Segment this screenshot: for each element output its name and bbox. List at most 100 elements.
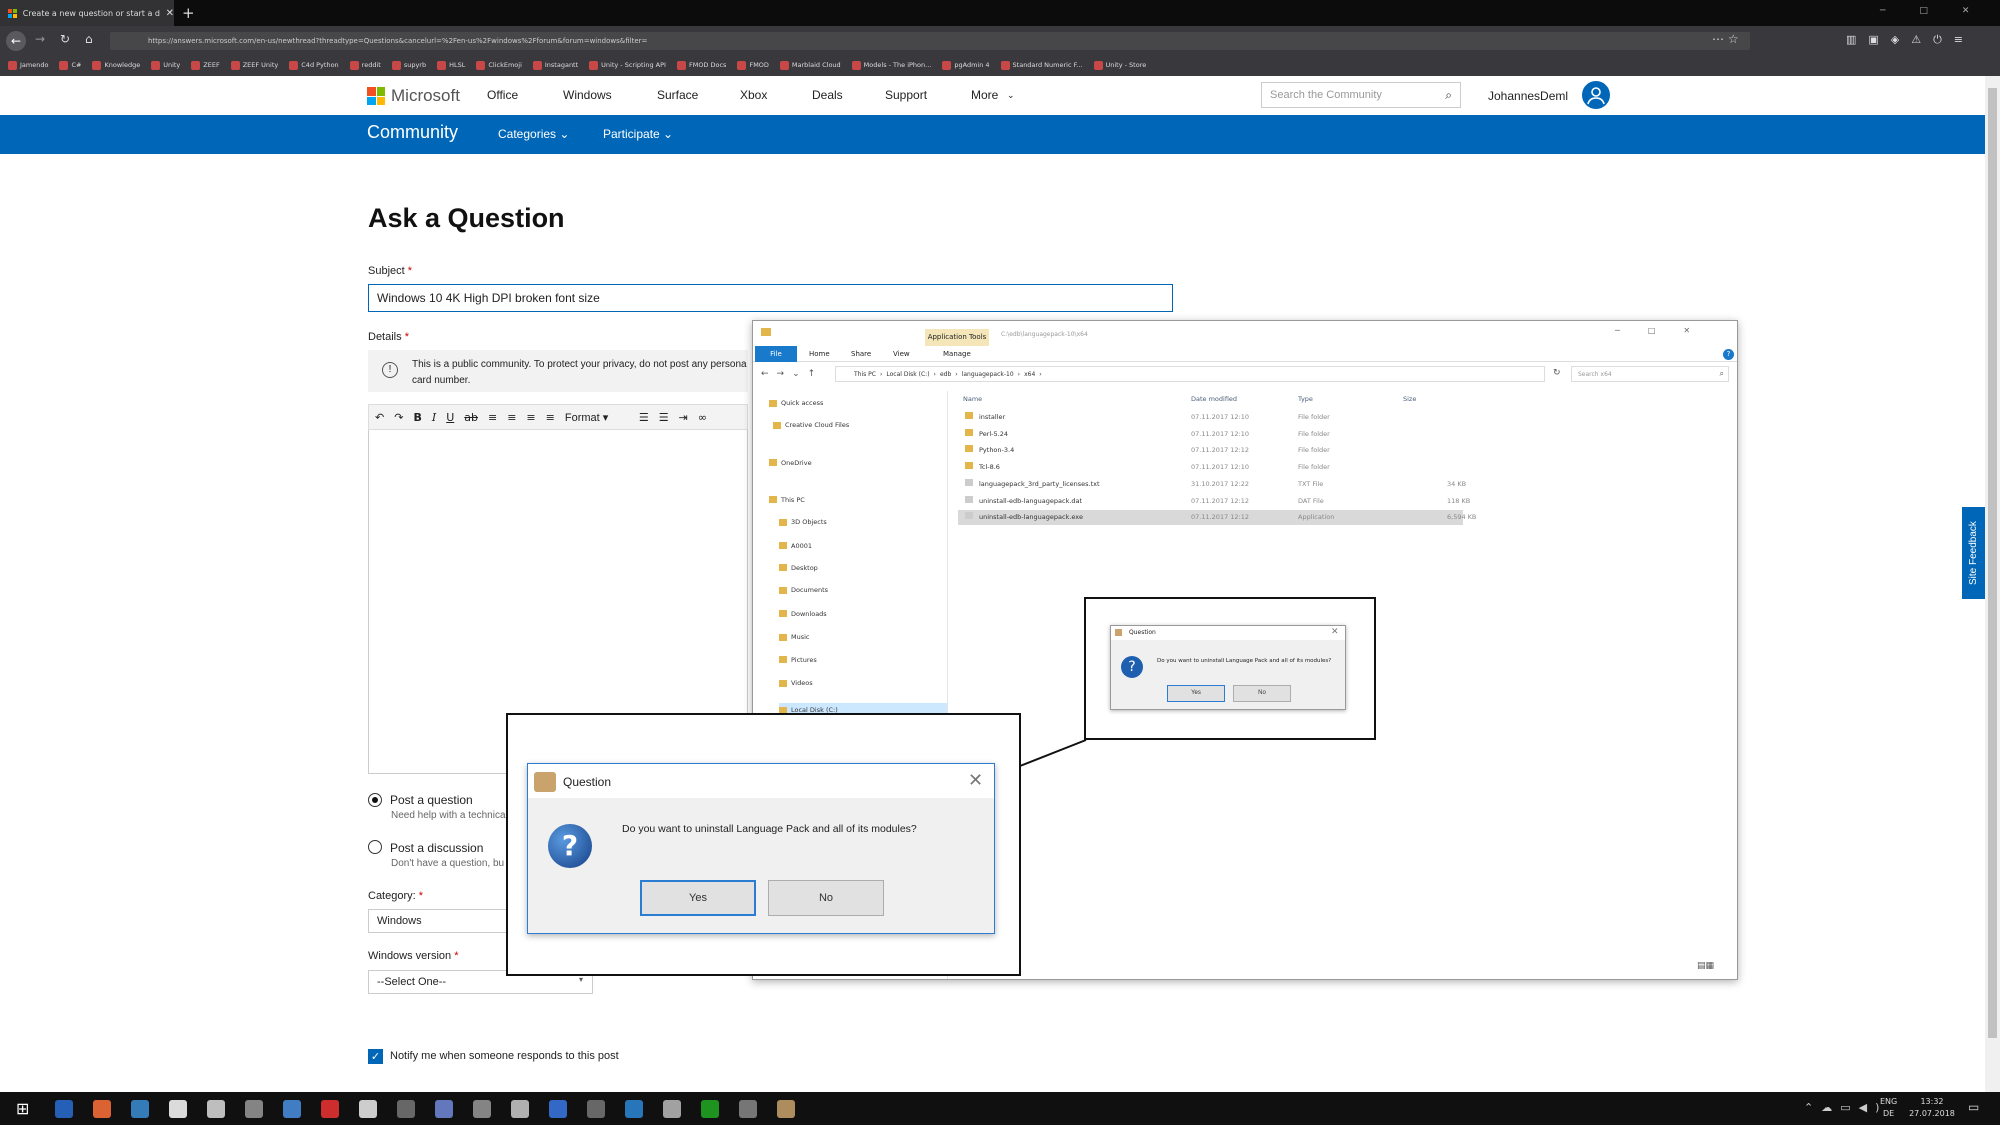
redo-icon[interactable]: ↷ bbox=[394, 411, 403, 424]
toolbar-icons[interactable]: ▥▣◈⚠⏻≡ bbox=[1846, 33, 1975, 47]
bookmark-item[interactable]: supyrb bbox=[391, 60, 426, 70]
address-bar[interactable]: This PC › Local Disk (C:) › edb › languagepack… bbox=[835, 366, 1545, 382]
lang-indicator[interactable]: ENG DE bbox=[1880, 1096, 1897, 1120]
post-question-radio[interactable] bbox=[368, 793, 382, 807]
notification-icon[interactable]: ▭ bbox=[1968, 1100, 1979, 1114]
ribbon-tab-file[interactable]: File bbox=[755, 346, 797, 362]
nav-xbox[interactable]: Xbox bbox=[740, 88, 767, 102]
bookmark-item[interactable]: C# bbox=[59, 60, 81, 70]
tray-icons[interactable]: ⌃☁▭◀) bbox=[1804, 1101, 1887, 1114]
scrollbar-thumb[interactable] bbox=[1988, 88, 1997, 1038]
undo-icon[interactable]: ↶ bbox=[375, 411, 384, 424]
breadcrumb-item[interactable]: x64 bbox=[1024, 371, 1035, 378]
bookmark-item[interactable]: Unity - Scripting API bbox=[589, 60, 666, 70]
close-icon[interactable]: ✕ bbox=[968, 770, 983, 791]
breadcrumb-item[interactable]: edb bbox=[940, 371, 951, 378]
nav-surface[interactable]: Surface bbox=[657, 88, 698, 102]
search-icon[interactable]: ⌕ bbox=[1720, 369, 1724, 379]
tab-close-icon[interactable]: ✕ bbox=[166, 8, 174, 19]
col-name[interactable]: Name bbox=[963, 395, 982, 403]
page-scrollbar[interactable] bbox=[1985, 76, 2000, 1092]
bookmark-item[interactable]: Marblaid Cloud bbox=[779, 60, 841, 70]
search-icon[interactable]: ⌕ bbox=[1445, 88, 1452, 103]
breadcrumb-item[interactable]: languagepack-10 bbox=[962, 371, 1014, 378]
nav-pane-item[interactable]: Quick access bbox=[769, 399, 823, 407]
nav-windows[interactable]: Windows bbox=[563, 88, 612, 102]
nav-pane-item[interactable]: Videos bbox=[779, 679, 813, 687]
explorer-window-controls[interactable]: ─□✕ bbox=[1615, 326, 1718, 335]
italic-icon[interactable]: I bbox=[432, 411, 436, 424]
site-feedback-button[interactable]: Site Feedback bbox=[1962, 507, 1985, 599]
search-input[interactable]: Search the Community ⌕ bbox=[1261, 82, 1461, 108]
close-icon[interactable]: ✕ bbox=[1331, 627, 1339, 637]
nav-pane-item[interactable]: Downloads bbox=[779, 610, 827, 618]
bookmark-item[interactable]: C4d Python bbox=[289, 60, 339, 70]
explorer-search[interactable]: Search x64 ⌕ bbox=[1571, 366, 1729, 382]
format-dropdown[interactable]: Format ▾ bbox=[565, 411, 629, 424]
col-type[interactable]: Type bbox=[1298, 395, 1313, 403]
microsoft-logo[interactable]: Microsoft bbox=[367, 86, 460, 106]
nav-pane-item[interactable]: Music bbox=[779, 633, 810, 641]
post-discussion-label[interactable]: Post a discussion bbox=[390, 841, 483, 855]
taskbar-app-icon[interactable] bbox=[131, 1099, 150, 1118]
ribbon-tab-home[interactable]: Home bbox=[809, 350, 830, 358]
ribbon-tab-manage[interactable]: Manage bbox=[943, 350, 971, 358]
new-tab-button[interactable]: + bbox=[182, 4, 195, 22]
taskbar-app-icon[interactable] bbox=[777, 1099, 796, 1118]
ribbon-tab-share[interactable]: Share bbox=[851, 350, 871, 358]
bookmark-item[interactable]: ZEEF bbox=[191, 60, 220, 70]
bookmark-item[interactable]: Models - The iPhon... bbox=[851, 60, 931, 70]
align-center-icon[interactable]: ≡ bbox=[507, 411, 516, 424]
taskbar-app-icon[interactable] bbox=[55, 1099, 74, 1118]
user-name[interactable]: JohannesDeml bbox=[1488, 89, 1568, 103]
bookmark-item[interactable]: Unity bbox=[151, 60, 180, 70]
forward-icon[interactable]: → bbox=[35, 32, 45, 46]
nav-pane-item[interactable]: Pictures bbox=[779, 656, 817, 664]
reload-icon[interactable]: ↻ bbox=[60, 32, 70, 46]
bookmark-item[interactable]: reddit bbox=[349, 60, 381, 70]
nav-pane-item[interactable]: OneDrive bbox=[769, 459, 812, 467]
nav-arrows[interactable]: ←→⌄↑ bbox=[761, 369, 823, 379]
taskbar-app-icon[interactable] bbox=[549, 1099, 568, 1118]
link-icon[interactable]: ∞ bbox=[698, 411, 707, 424]
bookmark-item[interactable]: Jamendo bbox=[8, 60, 48, 70]
bookmark-item[interactable]: FMOD bbox=[737, 60, 769, 70]
bookmark-item[interactable]: Standard Numeric F... bbox=[1000, 60, 1083, 70]
number-list-icon[interactable]: ☰ bbox=[659, 411, 669, 424]
col-date[interactable]: Date modified bbox=[1191, 395, 1237, 403]
breadcrumb-item[interactable]: Local Disk (C:) bbox=[886, 371, 929, 378]
categories-menu[interactable]: Categories ⌄ bbox=[498, 127, 569, 141]
nav-pane-item[interactable]: Creative Cloud Files bbox=[773, 421, 849, 429]
taskbar-app-icon[interactable] bbox=[625, 1099, 644, 1118]
yes-button-small[interactable]: Yes bbox=[1167, 685, 1225, 702]
bold-icon[interactable]: B bbox=[413, 411, 421, 424]
taskbar-app-icon[interactable] bbox=[473, 1099, 492, 1118]
nav-pane-item[interactable]: This PC bbox=[769, 496, 805, 504]
nav-more[interactable]: More bbox=[971, 88, 998, 102]
nav-office[interactable]: Office bbox=[487, 88, 518, 102]
no-button-small[interactable]: No bbox=[1233, 685, 1291, 702]
taskbar-app-icon[interactable] bbox=[701, 1099, 720, 1118]
notify-checkbox[interactable]: ✓ bbox=[368, 1049, 383, 1064]
align-left-icon[interactable]: ≡ bbox=[488, 411, 497, 424]
taskbar-app-icon[interactable] bbox=[587, 1099, 606, 1118]
bookmark-item[interactable]: Knowledge bbox=[92, 60, 140, 70]
nav-deals[interactable]: Deals bbox=[812, 88, 843, 102]
taskbar-app-icon[interactable] bbox=[283, 1099, 302, 1118]
col-size[interactable]: Size bbox=[1403, 395, 1416, 403]
taskbar-app-icon[interactable] bbox=[207, 1099, 226, 1118]
post-discussion-radio[interactable] bbox=[368, 840, 382, 854]
nav-support[interactable]: Support bbox=[885, 88, 927, 102]
taskbar-app-icon[interactable] bbox=[739, 1099, 758, 1118]
avatar[interactable] bbox=[1582, 81, 1610, 109]
bookmark-item[interactable]: Unity - Store bbox=[1093, 60, 1146, 70]
taskbar-app-icon[interactable] bbox=[397, 1099, 416, 1118]
taskbar-app-icon[interactable] bbox=[511, 1099, 530, 1118]
taskbar-app-icon[interactable] bbox=[169, 1099, 188, 1118]
bookmark-item[interactable]: HLSL bbox=[437, 60, 465, 70]
taskbar-app-icon[interactable] bbox=[245, 1099, 264, 1118]
no-button[interactable]: No bbox=[768, 880, 884, 916]
participate-menu[interactable]: Participate ⌄ bbox=[603, 127, 673, 141]
taskbar-app-icon[interactable] bbox=[93, 1099, 112, 1118]
taskbar-app-icon[interactable] bbox=[321, 1099, 340, 1118]
